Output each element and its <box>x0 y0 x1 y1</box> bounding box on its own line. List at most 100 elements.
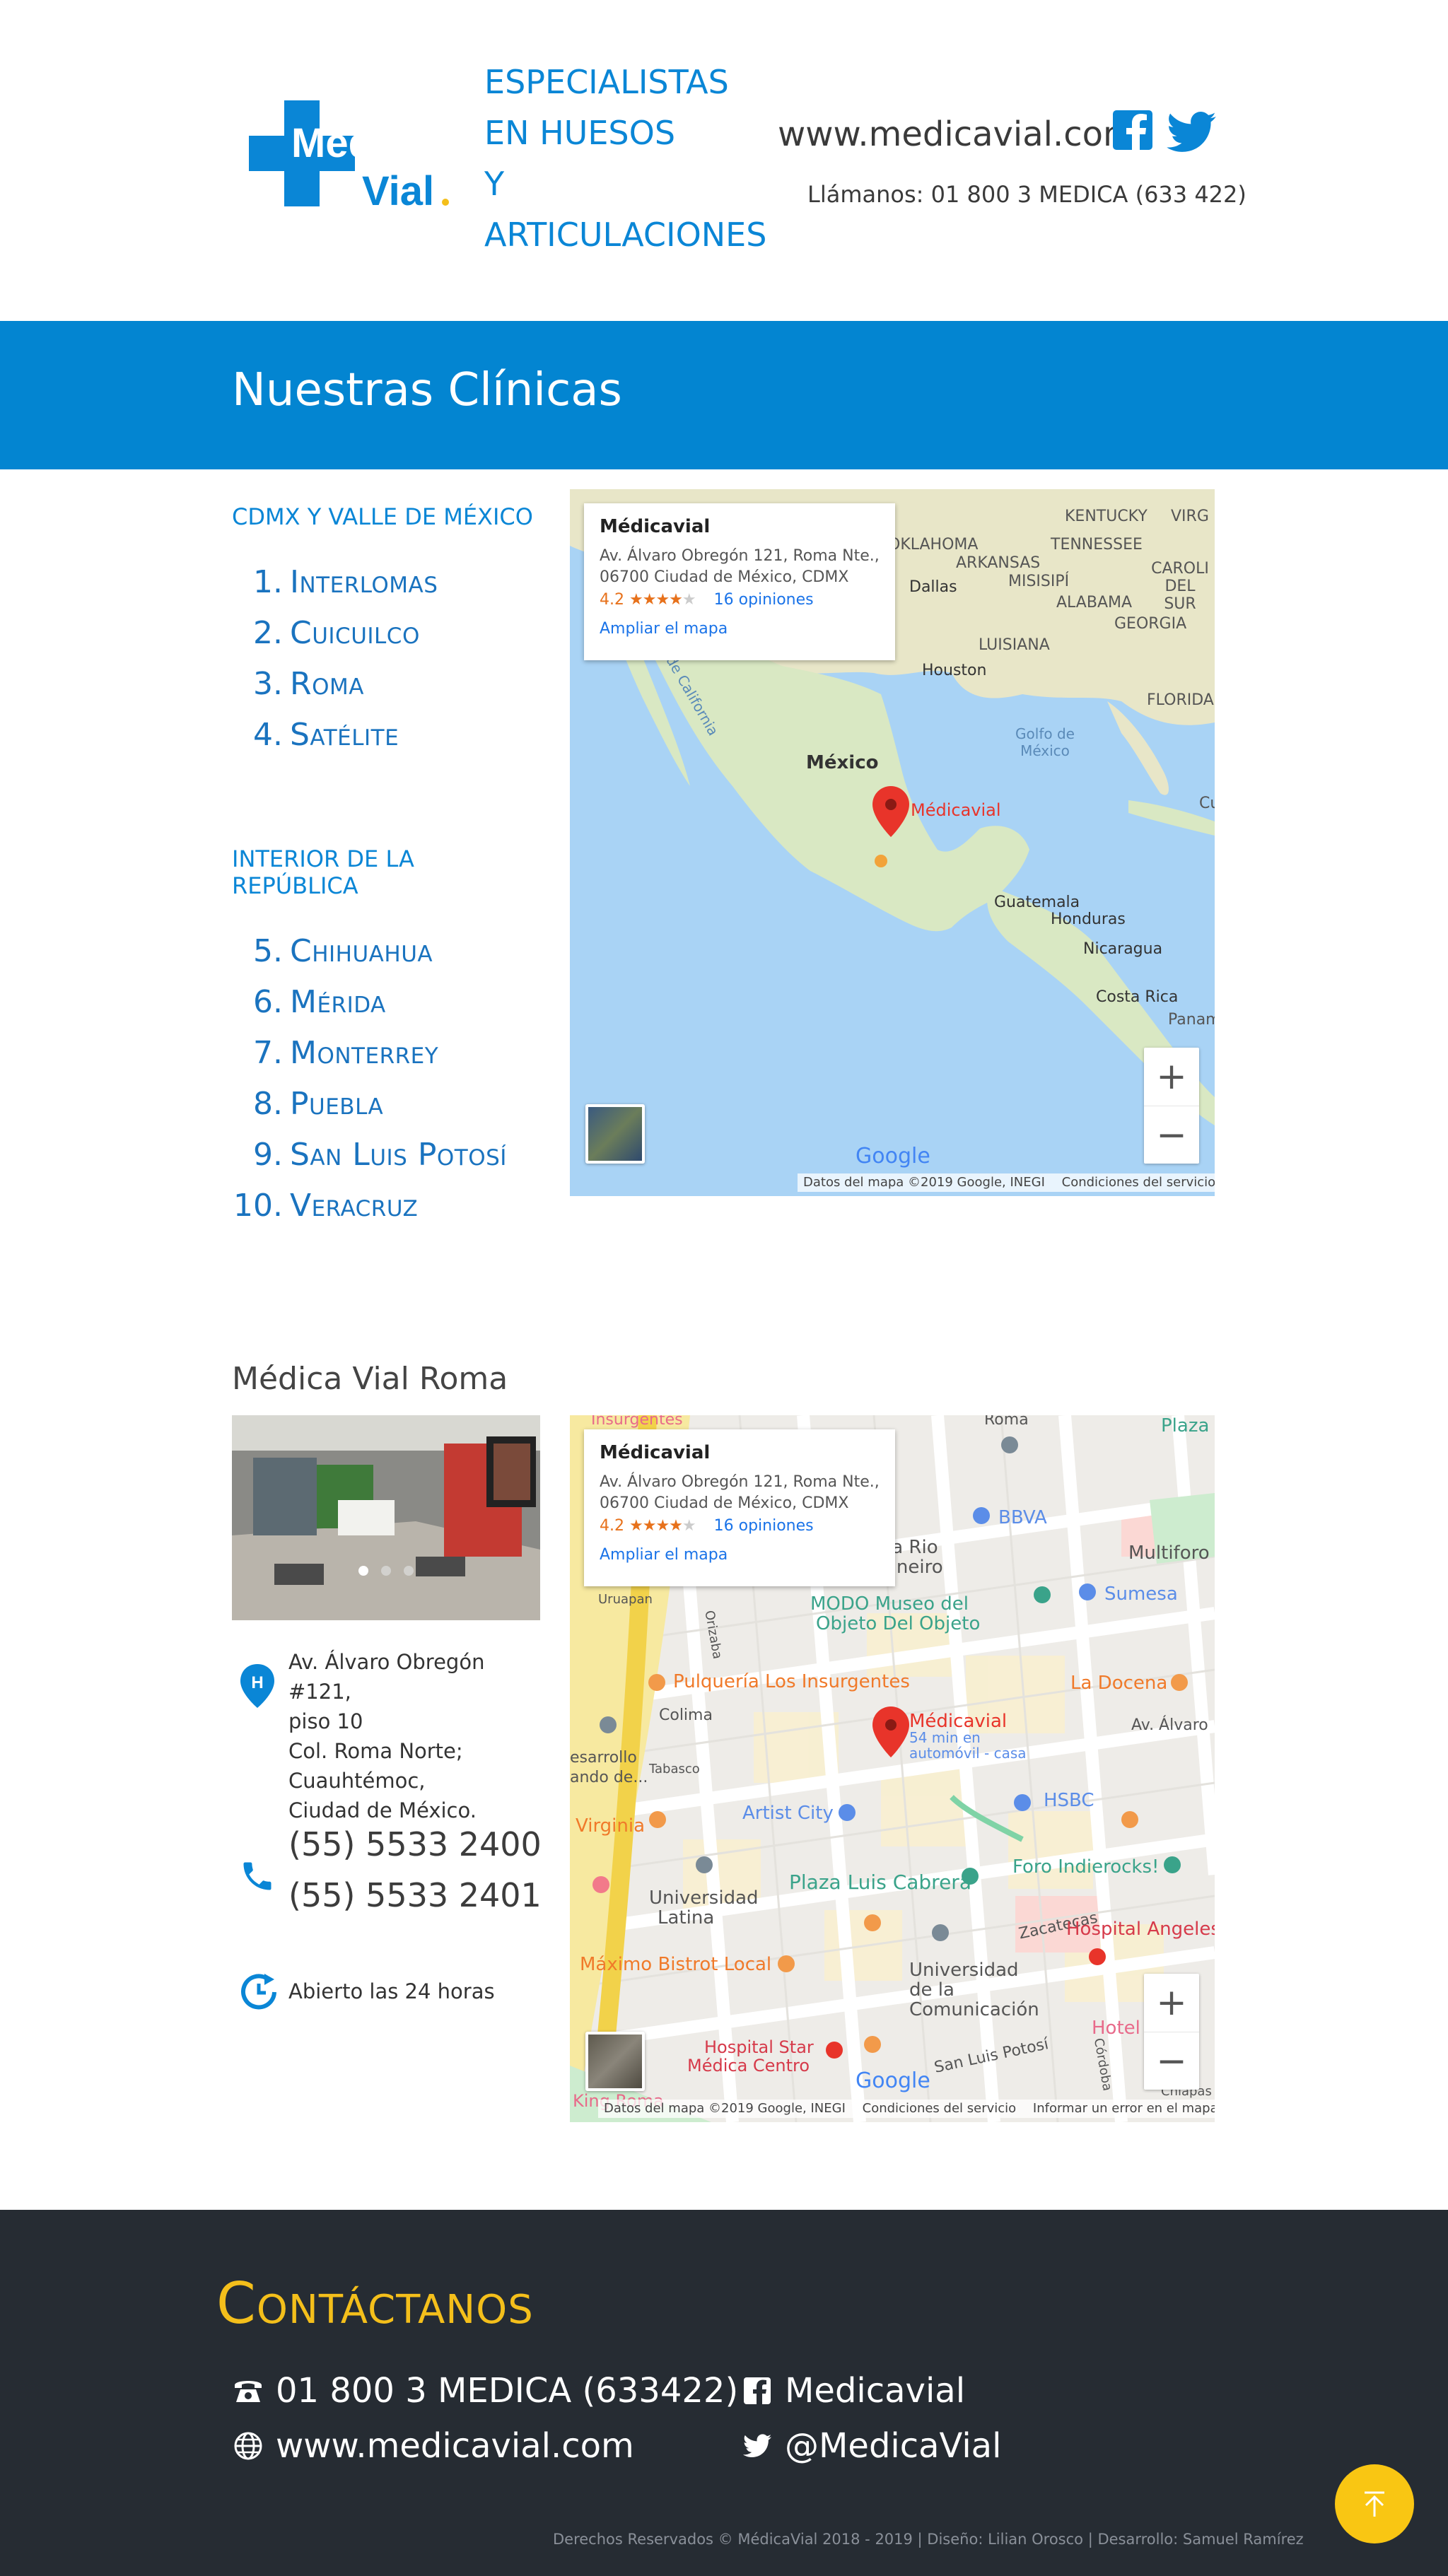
rating-stars-icon: ★★★★ <box>629 591 683 609</box>
logo-text-vial: Vial <box>362 168 434 214</box>
poi-icon <box>648 1674 665 1691</box>
map-zoom-control: + − <box>1144 1974 1199 2090</box>
clinic-item[interactable]: 5. Chihuahua <box>232 933 507 984</box>
map-label: LUISIANA <box>979 636 1050 654</box>
map-label: Plaza <box>1161 1415 1210 1436</box>
clinic-link-chihuahua[interactable]: Chihuahua <box>290 933 433 969</box>
info-card-rating: 4.2 ★★★★★ 16 opiniones <box>600 1517 880 1535</box>
carousel-dot <box>404 1566 414 1576</box>
rating-star-empty-icon: ★ <box>682 591 696 609</box>
clinic-photo-carousel[interactable] <box>232 1415 540 1620</box>
rating-star-empty-icon: ★ <box>682 1517 696 1535</box>
clinic-item[interactable]: 8. Puebla <box>232 1086 507 1137</box>
info-card-address: Av. Álvaro Obregón 121, Roma Nte., 06700… <box>600 546 880 588</box>
facebook-icon[interactable] <box>1113 110 1152 150</box>
map-label: Insurgentes <box>591 1415 683 1429</box>
map-label: FLORIDA <box>1147 691 1214 709</box>
terms-link[interactable]: Condiciones del servicio <box>863 2101 1017 2116</box>
map-label: México <box>806 752 879 773</box>
google-logo-text: Google <box>856 1144 930 1169</box>
clinic-number: 2. <box>253 615 283 651</box>
footer-website[interactable]: www.medicavial.com <box>232 2426 634 2466</box>
poi-icon <box>778 1955 795 1972</box>
map-label: Objeto Del Objeto <box>816 1613 981 1634</box>
map-label: Costa Rica <box>1096 988 1179 1006</box>
clinic-item[interactable]: 2. Cuicuilco <box>232 615 438 666</box>
clinic-link-cuicuilco[interactable]: Cuicuilco <box>290 615 420 651</box>
map-label: ando de... <box>570 1769 648 1786</box>
clinics-banner <box>0 321 1448 469</box>
clinic-item[interactable]: 6. Mérida <box>232 984 507 1035</box>
rating-value: 4.2 <box>600 1517 624 1535</box>
map-label: Honduras <box>1051 911 1126 928</box>
clinic-link-san-luis-potosi[interactable]: San Luis Potosí <box>290 1137 507 1173</box>
scroll-to-top-button[interactable] <box>1335 2464 1414 2543</box>
map-label: Guatemala <box>994 894 1080 911</box>
site-url-link[interactable]: www.medicavial.com <box>778 115 1136 154</box>
clinic-item[interactable]: 10. Veracruz <box>232 1188 507 1239</box>
clinic-link-interlomas[interactable]: Interlomas <box>290 564 438 600</box>
clinic-number: 9. <box>253 1137 283 1173</box>
clinic-street-map[interactable]: Insurgentes Roma Plaza BBVA la Rio aneir… <box>570 1415 1215 2122</box>
map-data-credit: Datos del mapa ©2019 Google, INEGI <box>604 2101 846 2116</box>
map-label: Virginia <box>576 1815 646 1837</box>
map-label: La Docena <box>1070 1673 1168 1694</box>
clinics-map[interactable]: KENTUCKY VIRG OKLAHOMA TENNESSEE ARKANSA… <box>570 489 1215 1196</box>
clinic-link-satelite[interactable]: Satélite <box>290 717 399 753</box>
clinic-phone-2[interactable]: (55) 5533 2401 <box>288 1876 542 1914</box>
map-label: Hospital Star <box>704 2037 814 2057</box>
map-label: esarrollo <box>570 1749 637 1767</box>
poi-icon <box>1171 1674 1188 1691</box>
poi-icon <box>696 1856 713 1873</box>
satellite-toggle[interactable] <box>585 2032 645 2091</box>
map-label: VIRG <box>1171 508 1209 525</box>
medicavial-logo[interactable]: Médica Vial <box>240 99 452 219</box>
copyright: Derechos Reservados © MédicaVial 2018 - … <box>553 2531 1304 2548</box>
satellite-toggle[interactable] <box>585 1104 645 1164</box>
map-label: 54 min en <box>909 1729 981 1746</box>
zoom-in-button[interactable]: + <box>1144 1048 1199 1106</box>
poi-icon <box>1164 1856 1181 1873</box>
poi-icon <box>826 2042 843 2059</box>
map-label: HSBC <box>1044 1790 1094 1811</box>
clinic-list-cdmx: 1. Interlomas 2. Cuicuilco 3. Roma 4. Satéli… <box>232 564 438 768</box>
address-line: piso 10 <box>288 1709 363 1733</box>
region-title-cdmx: CDMX Y VALLE DE MÉXICO <box>232 503 543 530</box>
reviews-link[interactable]: 16 opiniones <box>714 591 814 609</box>
tagline-line: Y <box>484 165 505 203</box>
clinic-number: 6. <box>253 984 283 1020</box>
telephone-icon <box>232 2375 264 2407</box>
reviews-link[interactable]: 16 opiniones <box>714 1517 814 1535</box>
clinic-item[interactable]: 7. Monterrey <box>232 1035 507 1086</box>
footer-twitter[interactable]: @MedicaVial <box>741 2426 1001 2466</box>
map-label: Máximo Bistrot Local <box>580 1954 772 1975</box>
clinic-number: 5. <box>253 933 283 969</box>
zoom-in-button[interactable]: + <box>1144 1974 1199 2032</box>
google-logo-text: Google <box>856 2068 930 2093</box>
terms-link[interactable]: Condiciones del servicio <box>1062 1175 1215 1190</box>
clinic-item[interactable]: 1. Interlomas <box>232 564 438 615</box>
info-card-address-line: Av. Álvaro Obregón 121, Roma Nte., <box>600 547 880 565</box>
enlarge-map-link[interactable]: Ampliar el mapa <box>600 1546 880 1564</box>
clinic-phone-1[interactable]: (55) 5533 2400 <box>288 1825 542 1863</box>
footer-facebook[interactable]: Medicavial <box>741 2371 965 2411</box>
clinic-link-merida[interactable]: Mérida <box>290 984 386 1020</box>
clinic-item[interactable]: 4. Satélite <box>232 717 438 768</box>
footer-phone[interactable]: 01 800 3 MEDICA (633422) <box>232 2371 738 2411</box>
clinic-item[interactable]: 3. Roma <box>232 666 438 717</box>
map-label: Latina <box>658 1907 715 1928</box>
zoom-out-button[interactable]: − <box>1144 1106 1199 1164</box>
clinic-link-roma[interactable]: Roma <box>290 666 364 702</box>
clinic-item[interactable]: 9. San Luis Potosí <box>232 1137 507 1188</box>
map-label: OKLAHOMA <box>888 536 979 554</box>
map-label: automóvil - casa <box>909 1745 1027 1762</box>
clinic-link-puebla[interactable]: Puebla <box>290 1086 383 1122</box>
clinic-list-interior: 5. Chihuahua 6. Mérida 7. Monterrey 8. Puebl… <box>232 933 507 1239</box>
map-label: Plaza Luis Cabrera <box>789 1870 971 1894</box>
twitter-icon[interactable] <box>1167 112 1216 153</box>
enlarge-map-link[interactable]: Ampliar el mapa <box>600 620 880 638</box>
zoom-out-button[interactable]: − <box>1144 2032 1199 2090</box>
report-error-link[interactable]: Informar un error en el mapa <box>1033 2101 1215 2116</box>
clinic-link-veracruz[interactable]: Veracruz <box>290 1188 418 1224</box>
clinic-link-monterrey[interactable]: Monterrey <box>290 1035 438 1071</box>
